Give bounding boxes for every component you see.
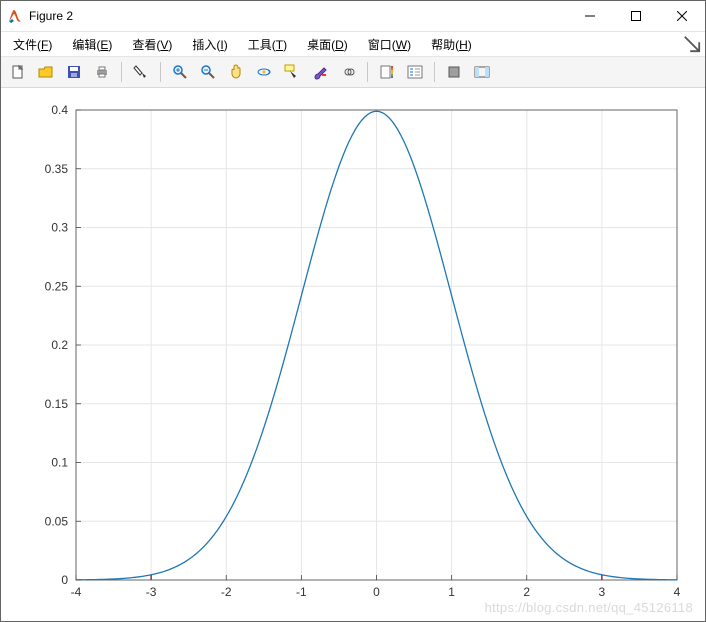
close-button[interactable] [659, 1, 705, 31]
toolbar-separator [121, 62, 122, 82]
ytick-label: 0.05 [45, 514, 69, 528]
menu-edit[interactable]: 编辑(E) [64, 34, 120, 55]
xtick-label: -1 [296, 585, 307, 599]
menu-insert[interactable]: 插入(I) [184, 34, 235, 55]
xtick-label: 3 [599, 585, 606, 599]
axes-canvas[interactable]: -4 -3 -2 -1 0 1 2 3 4 0 0.05 0.1 0.15 0.2 0.25 0.3 0.35 0… [1, 88, 705, 621]
toolbar [1, 57, 705, 88]
menubar: 文件(F)编辑(E)查看(V)插入(I)工具(T)桌面(D)窗口(W)帮助(H) [1, 32, 705, 57]
brush-button[interactable] [307, 59, 333, 85]
xtick-label: -3 [146, 585, 157, 599]
xtick-label: -2 [221, 585, 232, 599]
zoom-in-button[interactable] [167, 59, 193, 85]
new-figure-button[interactable] [5, 59, 31, 85]
xtick-label: 0 [373, 585, 380, 599]
titlebar: Figure 2 [1, 1, 705, 32]
toolbar-separator [434, 62, 435, 82]
ytick-label: 0.15 [45, 397, 69, 411]
ytick-label: 0.35 [45, 162, 69, 176]
figure-window: Figure 2 文件(F)编辑(E)查看(V)插入(I)工具(T)桌面(D)窗… [0, 0, 706, 622]
ytick-label: 0.25 [45, 279, 69, 293]
pan-button[interactable] [223, 59, 249, 85]
hide-plot-tools-button[interactable] [441, 59, 467, 85]
minimize-button[interactable] [567, 1, 613, 31]
ytick-label: 0 [61, 573, 68, 587]
insert-colorbar-button[interactable] [374, 59, 400, 85]
menu-tools[interactable]: 工具(T) [240, 34, 295, 55]
insert-legend-button[interactable] [402, 59, 428, 85]
toolbar-separator [160, 62, 161, 82]
save-button[interactable] [61, 59, 87, 85]
xtick-label: 2 [523, 585, 530, 599]
data-cursor-button[interactable] [279, 59, 305, 85]
axis-labels: -4 -3 -2 -1 0 1 2 3 4 0 0.05 0.1 0.15 0.2 0.25 0.3 0.35 0… [45, 103, 681, 599]
edit-plot-button[interactable] [128, 59, 154, 85]
ytick-label: 0.3 [51, 221, 68, 235]
dock-arrow-icon[interactable] [683, 35, 701, 53]
link-data-button[interactable] [335, 59, 361, 85]
zoom-out-button[interactable] [195, 59, 221, 85]
grid [76, 110, 677, 580]
toolbar-separator [367, 62, 368, 82]
ytick-label: 0.4 [51, 103, 68, 117]
open-button[interactable] [33, 59, 59, 85]
show-plot-tools-button[interactable] [469, 59, 495, 85]
ytick-label: 0.1 [51, 456, 68, 470]
matlab-icon [7, 8, 23, 24]
menu-help[interactable]: 帮助(H) [423, 34, 480, 55]
menu-view[interactable]: 查看(V) [124, 34, 180, 55]
print-button[interactable] [89, 59, 115, 85]
xtick-label: 4 [674, 585, 681, 599]
xtick-label: -4 [71, 585, 82, 599]
chart: -4 -3 -2 -1 0 1 2 3 4 0 0.05 0.1 0.15 0.2 0.25 0.3 0.35 0… [1, 88, 705, 622]
rotate-3d-button[interactable] [251, 59, 277, 85]
menu-file[interactable]: 文件(F) [5, 34, 60, 55]
xtick-label: 1 [448, 585, 455, 599]
maximize-button[interactable] [613, 1, 659, 31]
ytick-label: 0.2 [51, 338, 68, 352]
window-title: Figure 2 [29, 9, 567, 23]
menu-window[interactable]: 窗口(W) [360, 34, 419, 55]
menu-desktop[interactable]: 桌面(D) [299, 34, 356, 55]
